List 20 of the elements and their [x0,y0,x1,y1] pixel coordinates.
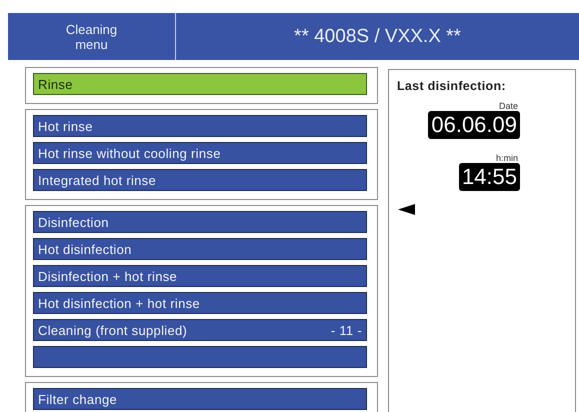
time-label: h:min [496,153,518,163]
device-title: ** 4008S / VXX.X ** [293,24,462,48]
menu-item[interactable]: Disinfection + hot rinse [33,265,367,287]
time-display: 14:55 [458,163,520,191]
menu-item[interactable]: Disinfection [33,211,367,233]
date-display: 06.06.09 [428,111,520,139]
menu-item[interactable]: Filter change [33,388,367,410]
menu-item[interactable]: Hot rinse [33,115,367,137]
menu-item[interactable] [33,346,367,368]
menu-item[interactable]: Hot disinfection + hot rinse [33,292,367,314]
menu-item[interactable]: Hot disinfection [33,238,367,260]
item-value: - 11 - [330,322,362,338]
menu-item[interactable]: Rinse [33,73,367,95]
menu-item[interactable]: Hot rinse without cooling rinse [33,142,367,164]
menu-item[interactable]: Cleaning (front supplied) - 11 - [33,319,367,341]
pointer-arrow-icon [398,204,415,215]
date-label: Date [498,101,518,111]
menu-item[interactable]: Integrated hot rinse [33,169,367,191]
menu-title: Cleaning menu [8,13,176,60]
panel-title: Last disinfection: [397,79,507,93]
